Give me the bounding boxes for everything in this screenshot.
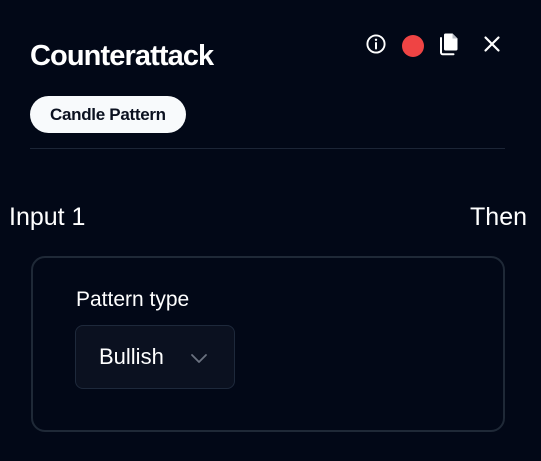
category-badge: Candle Pattern <box>30 96 186 133</box>
copy-button[interactable] <box>436 32 464 60</box>
node-panel: Counterattack Candle Pattern Input 1 The… <box>0 0 541 461</box>
pattern-type-select[interactable]: Bullish <box>75 325 235 389</box>
pattern-type-value: Bullish <box>99 344 164 369</box>
copy-icon <box>439 32 461 61</box>
close-icon <box>483 35 501 58</box>
info-icon <box>365 33 387 60</box>
input-port-label: Input 1 <box>9 203 86 231</box>
record-dot-icon <box>402 35 424 57</box>
header-divider <box>30 148 505 149</box>
chevron-down-icon <box>189 348 209 368</box>
node-title: Counterattack <box>30 40 214 72</box>
record-button[interactable] <box>399 32 427 60</box>
pattern-type-label: Pattern type <box>76 288 190 311</box>
info-button[interactable] <box>362 32 390 60</box>
config-card: Pattern type Bullish <box>31 256 505 432</box>
output-port-label: Then <box>470 203 527 231</box>
close-button[interactable] <box>478 32 506 60</box>
